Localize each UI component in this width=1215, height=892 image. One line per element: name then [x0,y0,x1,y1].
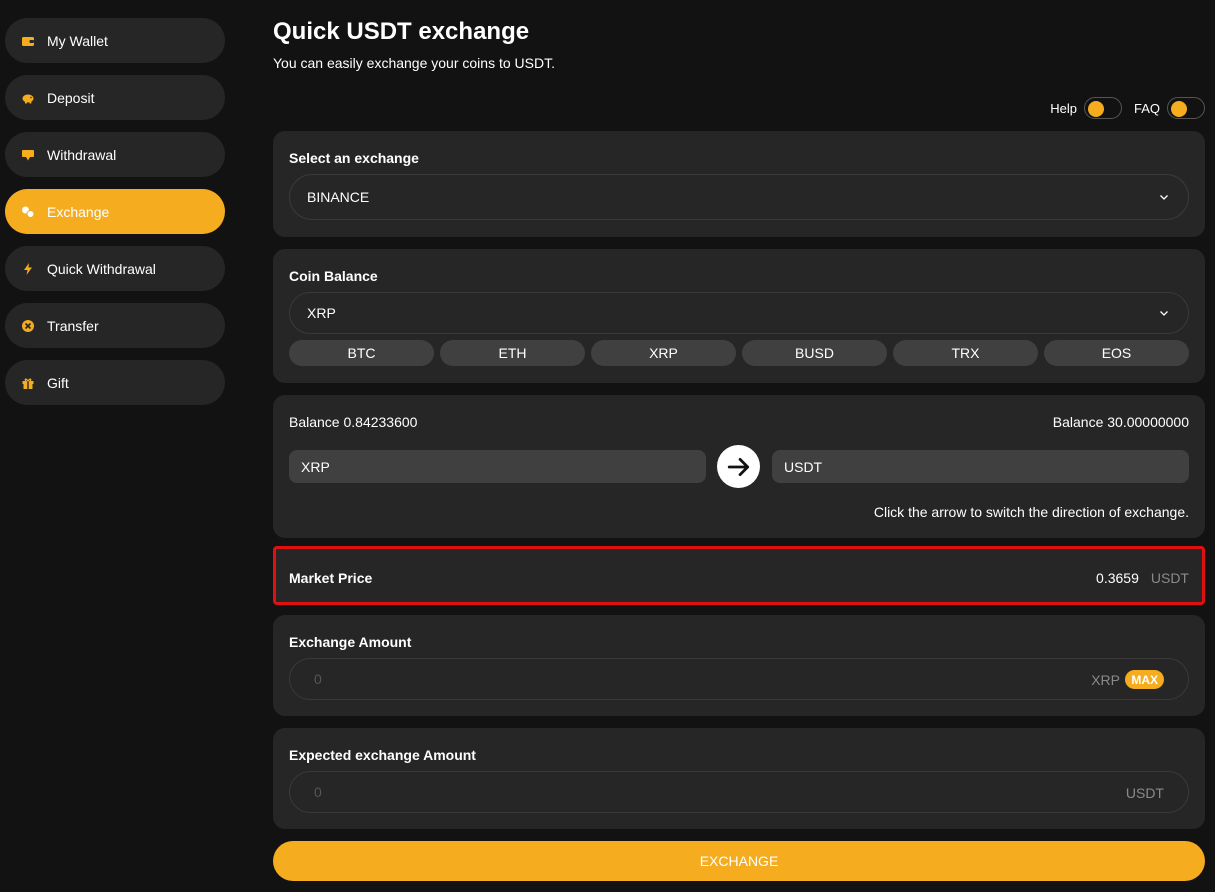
exchange-select-card: Select an exchange BINANCE [273,131,1205,237]
to-coin-value: USDT [784,458,823,475]
exchange-amount-label: Exchange Amount [289,634,412,650]
exchange-select-label: Select an exchange [289,150,419,166]
from-coin-value: XRP [301,458,330,475]
from-balance: Balance 0.84233600 [289,414,418,430]
coin-balance-label: Coin Balance [289,268,378,284]
exchange-button[interactable]: EXCHANGE [273,841,1205,881]
coin-chip-xrp[interactable]: XRP [591,340,736,366]
expected-amount-field: USDT [289,771,1189,813]
max-button[interactable]: MAX [1125,670,1164,689]
from-coin-field: XRP [289,450,706,483]
expected-amount-label: Expected exchange Amount [289,747,476,763]
sidebar-item-label: Exchange [47,203,110,220]
sidebar-item-gift[interactable]: Gift [5,360,225,405]
swap-direction-button[interactable] [717,445,760,488]
sidebar-item-label: Transfer [47,317,99,334]
help-toggle[interactable] [1083,97,1122,119]
arrow-right-icon [727,457,749,476]
coin-select-dropdown[interactable]: XRP [289,292,1189,334]
coin-select-value: XRP [307,305,336,321]
market-price-value: 0.3659 [1096,570,1139,586]
to-balance: Balance 30.00000000 [1052,414,1189,430]
exchange-amount-card: Exchange Amount XRP MAX [273,615,1205,716]
sidebar-item-label: Deposit [47,89,95,106]
coin-chip-eth[interactable]: ETH [440,340,585,366]
help-toggle-label: Help [1050,100,1077,116]
sidebar-item-withdrawal[interactable]: Withdrawal [5,132,225,177]
gift-icon [21,376,35,390]
exchange-select-dropdown[interactable]: BINANCE [289,174,1189,220]
sidebar-item-my-wallet[interactable]: My Wallet [5,18,225,63]
sidebar-item-deposit[interactable]: Deposit [5,75,225,120]
expected-amount-card: Expected exchange Amount USDT [273,728,1205,829]
exchange-amount-field: XRP MAX [289,658,1189,700]
wallet-icon [21,34,35,48]
swap-card: Balance 0.84233600 Balance 30.00000000 X… [273,395,1205,538]
market-price-card: Market Price 0.3659 USDT [273,546,1205,605]
coin-chip-list: BTC ETH XRP BUSD TRX EOS [289,340,1189,366]
chevron-down-icon [1160,195,1168,200]
chevron-down-icon [1160,311,1168,316]
sidebar: My Wallet Deposit Withdrawal Exchange Qu… [0,0,240,892]
coin-chip-busd[interactable]: BUSD [742,340,887,366]
to-coin-field: USDT [772,450,1189,483]
toggle-bar: Help FAQ [1038,97,1205,119]
market-price-value-group: 0.3659 USDT [1096,570,1189,586]
expected-amount-unit: USDT [1125,785,1164,801]
sidebar-item-label: My Wallet [47,32,108,49]
withdrawal-icon [21,148,35,162]
piggy-bank-icon [21,91,35,105]
transfer-icon [21,319,35,333]
market-price-unit: USDT [1150,570,1189,586]
sidebar-item-label: Withdrawal [47,146,117,163]
market-price-label: Market Price [289,570,373,586]
sidebar-item-label: Quick Withdrawal [47,260,156,277]
expected-amount-input[interactable] [314,782,1014,802]
page-title: Quick USDT exchange [273,18,530,45]
lightning-icon [21,262,35,276]
sidebar-item-exchange[interactable]: Exchange [5,189,225,234]
exchange-select-value: BINANCE [307,189,370,205]
faq-toggle[interactable] [1167,97,1205,119]
swap-hint: Click the arrow to switch the direction … [873,504,1189,520]
exchange-amount-input[interactable] [314,669,1014,689]
exchange-amount-unit: XRP [1091,672,1120,688]
exchange-icon [21,205,35,219]
coin-balance-card: Coin Balance XRP BTC ETH XRP BUSD TRX EO… [273,249,1205,383]
faq-toggle-label: FAQ [1133,100,1160,116]
sidebar-item-quick-withdrawal[interactable]: Quick Withdrawal [5,246,225,291]
page-subtitle: You can easily exchange your coins to US… [273,55,555,71]
sidebar-item-label: Gift [47,374,69,391]
sidebar-item-transfer[interactable]: Transfer [5,303,225,348]
coin-chip-btc[interactable]: BTC [289,340,434,366]
coin-chip-eos[interactable]: EOS [1044,340,1189,366]
coin-chip-trx[interactable]: TRX [893,340,1038,366]
